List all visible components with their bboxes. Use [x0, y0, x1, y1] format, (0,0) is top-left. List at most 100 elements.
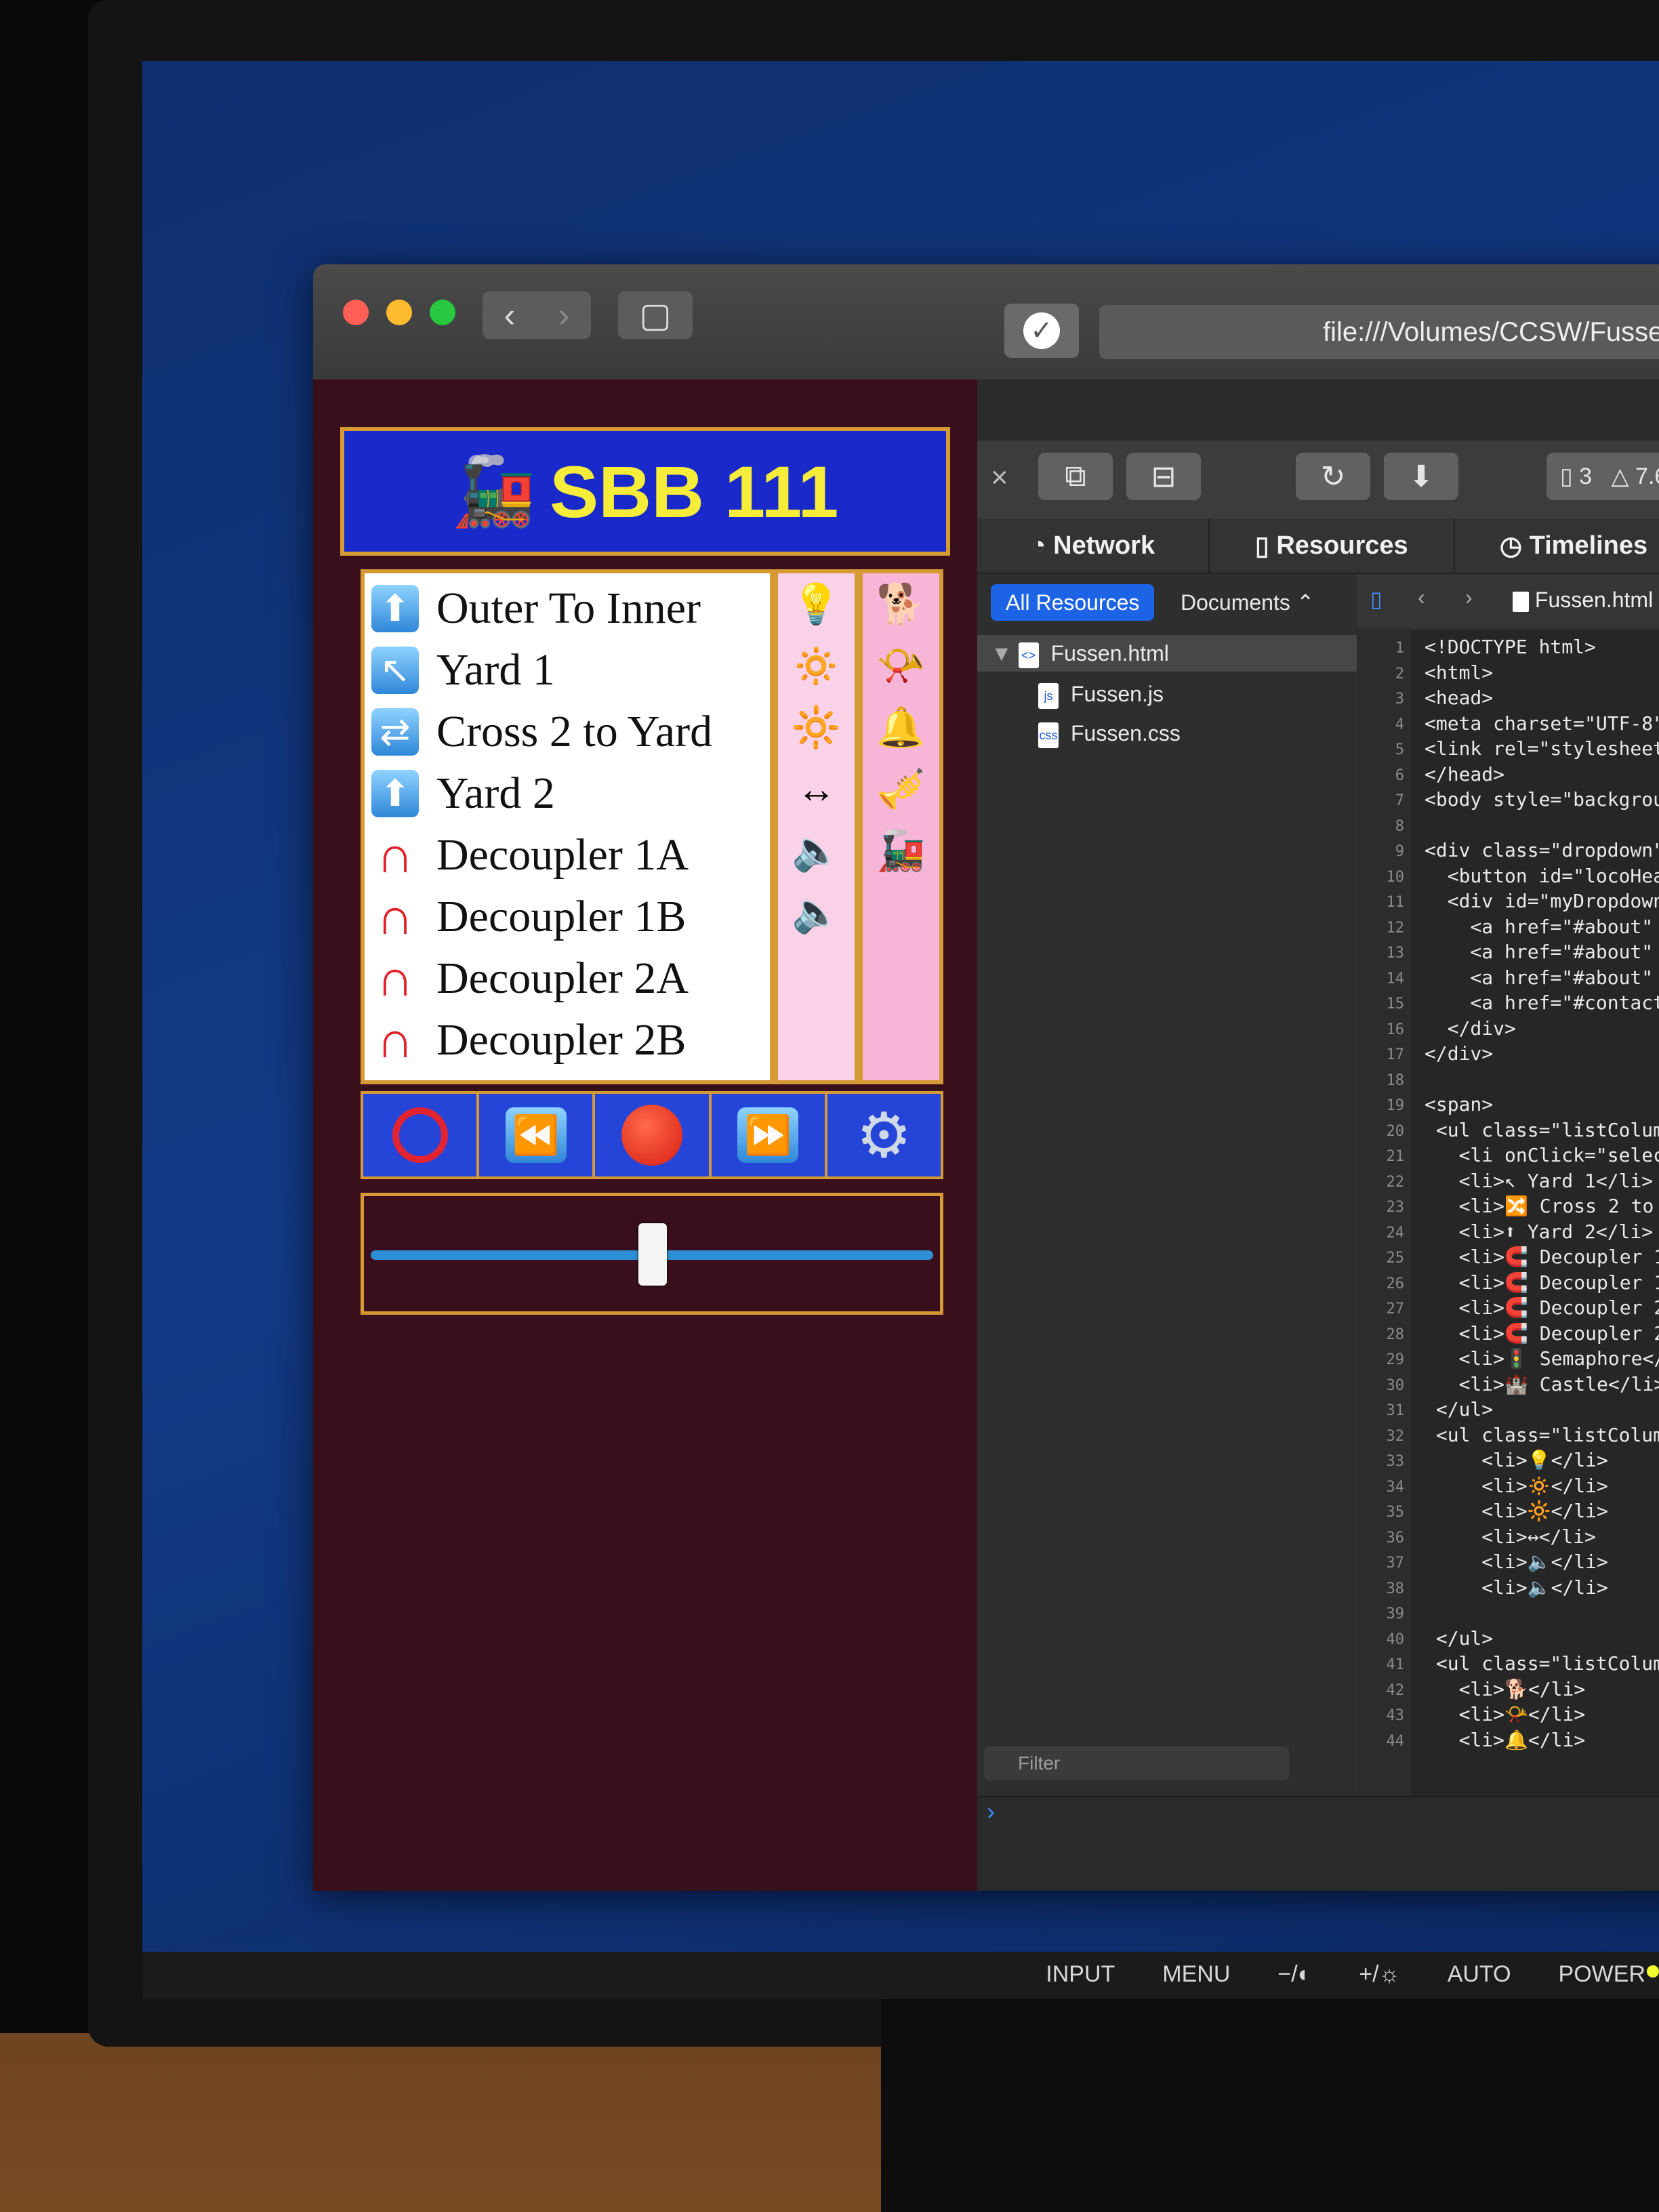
line-number: 25 [1386, 1250, 1405, 1267]
line-number: 44 [1386, 1732, 1405, 1750]
list-item[interactable]: ⬆ Outer To Inner [365, 577, 770, 639]
code-line: <li>🧲 Decoupler 1A</li> [1458, 1246, 1659, 1268]
list-item[interactable]: ∩ Decoupler 2B [365, 1009, 770, 1071]
filter-field[interactable]: Filter [984, 1746, 1289, 1780]
list-item-label: Decoupler 1B [436, 891, 687, 941]
line-number: 38 [1386, 1580, 1405, 1597]
line-number: 23 [1386, 1199, 1405, 1216]
close-icon[interactable]: × [991, 461, 1008, 495]
monitor-button[interactable]: +/☼ [1359, 1961, 1399, 1988]
document-icon: ▯ [1560, 464, 1573, 489]
light-button[interactable]: 💡 [778, 573, 855, 635]
list-item[interactable]: ⬆ Yard 2 [365, 762, 770, 824]
light-button[interactable]: 🔈 [778, 882, 855, 943]
settings-button[interactable]: ⚙ [827, 1094, 941, 1176]
list-item[interactable]: ∩ Decoupler 1A [365, 824, 770, 886]
line-number: 18 [1386, 1071, 1405, 1089]
windows-icon: ⧉ [1065, 459, 1086, 493]
light-button[interactable]: 🔈 [778, 820, 855, 882]
line-number: 19 [1386, 1097, 1405, 1114]
js-file-icon: js [1038, 682, 1059, 709]
code-line: <li>🐕</li> [1425, 1677, 1586, 1700]
light-button[interactable]: 🔅 [778, 635, 855, 697]
monitor-button[interactable]: −/◐ [1277, 1961, 1311, 1988]
tab-network[interactable]: ◔ Network [977, 518, 1210, 573]
resource-size: 7.64 KB [1635, 463, 1659, 489]
up-left-arrow-icon: ↖ [371, 646, 419, 694]
minimize-window-button[interactable] [386, 300, 412, 325]
stop-icon [621, 1105, 682, 1166]
tab-resources[interactable]: ▯ Resources [1210, 518, 1455, 573]
code-line: <ul class="listColumn" style="background… [1435, 1652, 1659, 1675]
navigator-icon[interactable]: ▯ [1370, 586, 1382, 612]
zoom-window-button[interactable] [430, 300, 455, 325]
list-item[interactable]: ↖ Yard 1 [365, 639, 770, 701]
html-file-icon [1513, 591, 1529, 612]
rewind-button[interactable]: ⏪ [479, 1094, 596, 1176]
loco-header[interactable]: 🚂 SBB 111 [340, 427, 950, 556]
file-item[interactable]: js Fussen.js [1038, 676, 1164, 712]
code-line: <li>🧲 Decoupler 1B</li> [1458, 1271, 1659, 1294]
stop-button[interactable] [595, 1094, 712, 1176]
chevron-left-icon[interactable]: ‹ [483, 295, 537, 335]
disclosure-triangle-icon: ▼ [991, 641, 1012, 665]
line-number: 24 [1386, 1224, 1405, 1242]
line-number: 4 [1395, 716, 1404, 733]
code-line: <html> [1425, 661, 1494, 684]
address-bar[interactable]: file:///Volumes/CCSW/Fussen/Fussen.html#… [1099, 305, 1659, 359]
monitor-button[interactable]: INPUT [1046, 1961, 1115, 1988]
sound-button[interactable]: 🔔 [863, 697, 939, 758]
line-number: 29 [1386, 1351, 1405, 1368]
all-resources-filter[interactable]: All Resources [991, 584, 1155, 621]
throttle-panel [361, 1193, 943, 1315]
light-button[interactable]: 🔆 [778, 697, 855, 758]
dock-icon: ⊟ [1151, 459, 1176, 493]
light-button[interactable]: ↔ [778, 758, 855, 820]
code-editor[interactable]: 1 <!DOCTYPE html> 2 <html> 3 <head> 4 <meta cha… [1357, 630, 1659, 1796]
list-item[interactable]: ⇄ Cross 2 to Yard [365, 701, 770, 762]
chevron-right-icon[interactable]: › [537, 295, 591, 335]
list-item[interactable]: ∩ Decoupler 2A [365, 947, 770, 1009]
console-prompt[interactable]: › [977, 1796, 1659, 1891]
documents-select[interactable]: Documents ⌃ [1181, 584, 1315, 621]
reverse-button[interactable] [363, 1094, 480, 1176]
detach-button[interactable]: ⧉ [1038, 453, 1113, 500]
gear-icon: ⚙ [856, 1101, 912, 1170]
documents-select-label: Documents [1181, 590, 1290, 615]
monitor-button[interactable]: POWER [1559, 1961, 1645, 1988]
close-window-button[interactable] [343, 300, 369, 325]
lights-column: 💡 🔅 🔆 ↔ 🔈 🔈 [774, 569, 859, 1084]
resource-summary: ▯ 3 △ 7.64 KB [1547, 453, 1659, 500]
code-line: <li>🔅</li> [1425, 1474, 1608, 1497]
chevron-right-icon[interactable]: › [1465, 585, 1473, 610]
line-number: 11 [1386, 894, 1405, 911]
list-item-label: Yard 2 [436, 768, 555, 818]
fast-forward-button[interactable]: ⏩ [711, 1094, 827, 1176]
sound-button[interactable]: 🎺 [863, 758, 939, 820]
dock-button[interactable]: ⊟ [1126, 453, 1201, 500]
reverse-ring-icon [392, 1107, 448, 1163]
breadcrumb[interactable]: Fussen.html [1513, 588, 1653, 613]
file-item[interactable]: css Fussen.css [1038, 715, 1181, 752]
reload-button[interactable]: ↻ [1296, 453, 1370, 500]
tab-timelines[interactable]: ◷ Timelines [1455, 518, 1659, 573]
code-line: <li>⬆ Yard 2</li> [1425, 1220, 1654, 1243]
throttle-thumb[interactable] [638, 1223, 667, 1286]
line-number: 5 [1395, 741, 1404, 758]
code-line: <li>📯</li> [1425, 1703, 1586, 1725]
breadcrumb-file: Fussen.html [1534, 588, 1654, 612]
download-button[interactable]: ⬇ [1384, 453, 1458, 500]
sound-button[interactable]: 🐕 [863, 573, 939, 635]
sound-button[interactable]: 📯 [863, 635, 939, 697]
monitor-button[interactable]: MENU [1162, 1961, 1230, 1988]
sidebar-toggle-button[interactable]: ▢ [618, 291, 693, 339]
monitor-button[interactable]: AUTO [1448, 1961, 1511, 1988]
line-number: 2 [1395, 665, 1404, 682]
file-item[interactable]: ▼ <> Fussen.html [977, 635, 1357, 672]
sound-button[interactable]: 🚂 [863, 820, 939, 882]
site-status-button[interactable]: ✓ [1004, 304, 1079, 358]
list-item[interactable]: ∩ Decoupler 1B [365, 886, 770, 947]
line-number: 42 [1386, 1681, 1405, 1699]
code-line: <li onClick="selectTO()">⬆ Outer T [1458, 1144, 1659, 1166]
chevron-left-icon[interactable]: ‹ [1418, 585, 1425, 610]
